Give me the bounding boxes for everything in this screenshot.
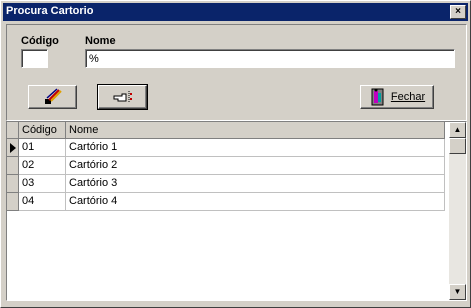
fechar-label: Fechar (390, 91, 426, 103)
codigo-input[interactable] (21, 49, 48, 68)
brush-icon (44, 88, 62, 104)
window-title: Procura Cartorio (6, 5, 94, 17)
row-indicator[interactable] (7, 175, 19, 193)
close-button[interactable]: × (450, 5, 466, 19)
table-cell-nome[interactable]: Cartório 1 (66, 139, 445, 157)
row-indicator[interactable] (7, 193, 19, 211)
table-cell-nome[interactable]: Cartório 4 (66, 193, 445, 211)
table-cell-codigo[interactable]: 02 (19, 157, 66, 175)
row-indicator[interactable] (7, 157, 19, 175)
nome-input[interactable]: % (85, 49, 455, 68)
procura-cartorio-window: Procura Cartorio × Código Nome % Fechar … (0, 0, 471, 308)
table-cell-codigo[interactable]: 03 (19, 175, 66, 193)
title-bar: Procura Cartorio × (3, 3, 468, 21)
column-header-codigo[interactable]: Código (19, 122, 66, 139)
row-indicator[interactable] (7, 139, 19, 157)
filter-panel: Código Nome % Fechar (6, 24, 467, 121)
fechar-button[interactable]: Fechar (360, 85, 434, 109)
nome-label: Nome (85, 35, 116, 47)
codigo-label: Código (21, 35, 59, 47)
table-cell-codigo[interactable]: 01 (19, 139, 66, 157)
pointing-hand-icon (113, 91, 132, 103)
clear-button[interactable] (28, 85, 77, 109)
scroll-down-button[interactable]: ▼ (449, 284, 466, 300)
column-header-nome[interactable]: Nome (66, 122, 445, 139)
select-button[interactable] (97, 84, 148, 110)
vertical-scrollbar[interactable]: ▲ ▼ (449, 122, 466, 300)
scroll-up-button[interactable]: ▲ (449, 122, 466, 138)
results-grid[interactable]: Código Nome 01 Cartório 1 02 Cartório 2 … (6, 121, 467, 301)
header-indicator (7, 122, 19, 139)
table-cell-nome[interactable]: Cartório 3 (66, 175, 445, 193)
current-row-arrow-icon (10, 143, 16, 153)
table-cell-codigo[interactable]: 04 (19, 193, 66, 211)
exit-door-icon (371, 88, 384, 106)
scroll-thumb[interactable] (449, 138, 466, 154)
table-cell-nome[interactable]: Cartório 2 (66, 157, 445, 175)
